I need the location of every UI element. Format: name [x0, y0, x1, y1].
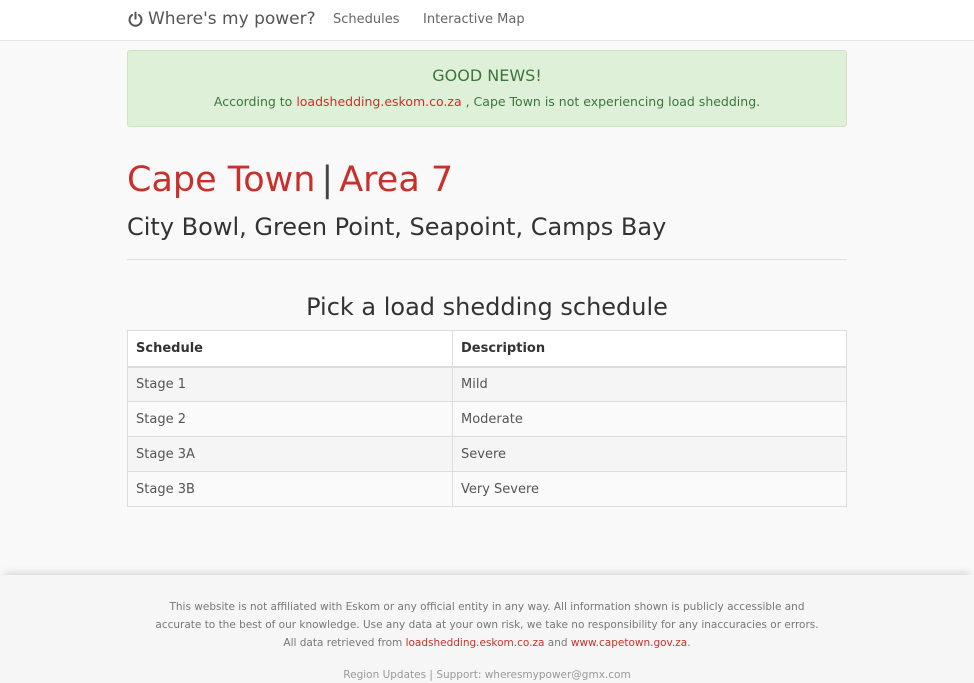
description-cell: Very Severe — [452, 471, 847, 507]
region-updates-link[interactable]: Region Updates — [343, 669, 426, 681]
schedule-table: Schedule Description Stage 1 Mild Stage … — [127, 330, 847, 507]
data-prefix: All data retrieved from — [283, 637, 403, 649]
nav-schedules[interactable]: Schedules — [333, 12, 400, 27]
description-cell: Mild — [452, 366, 847, 402]
schedule-cell[interactable]: Stage 3B — [127, 471, 453, 507]
table-row[interactable]: Stage 3B Very Severe — [127, 471, 847, 507]
alert-title: GOOD NEWS! — [432, 66, 542, 85]
suburbs-subtitle: City Bowl, Green Point, Seapoint, Camps … — [127, 213, 667, 241]
data-and: and — [547, 637, 568, 649]
table-row[interactable]: Stage 2 Moderate — [127, 401, 847, 437]
footer-links: Region Updates | Support: wheresmypower@… — [0, 669, 974, 681]
nav-interactive-map[interactable]: Interactive Map — [423, 12, 525, 27]
alert-source-link[interactable]: loadshedding.eskom.co.za — [296, 94, 461, 109]
schedule-cell[interactable]: Stage 3A — [127, 436, 453, 472]
alert-suffix: , Cape Town is not experiencing load she… — [465, 94, 761, 109]
description-cell: Moderate — [452, 401, 847, 437]
power-icon — [128, 11, 143, 27]
capetown-link[interactable]: www.capetown.gov.za — [571, 637, 687, 649]
alert-prefix: According to — [213, 94, 293, 109]
divider — [127, 259, 847, 260]
column-header-schedule: Schedule — [127, 330, 453, 368]
schedule-section-title: Pick a load shedding schedule — [306, 293, 668, 321]
support-email-link[interactable]: Support: wheresmypower@gmx.com — [436, 669, 630, 681]
table-header-row: Schedule Description — [127, 330, 847, 368]
footer-data-sources: All data retrieved from loadshedding.esk… — [150, 634, 824, 652]
schedule-cell[interactable]: Stage 2 — [127, 401, 453, 437]
table-row[interactable]: Stage 3A Severe — [127, 436, 847, 472]
alert-message: According to loadshedding.eskom.co.za , … — [128, 94, 846, 109]
status-alert: GOOD NEWS! According to loadshedding.esk… — [127, 50, 847, 127]
footer: This website is not affiliated with Esko… — [0, 575, 974, 683]
footer-disclaimer-block: This website is not affiliated with Esko… — [150, 598, 824, 652]
city-name: Cape Town — [127, 160, 316, 200]
brand-link[interactable]: Where's my power? — [127, 9, 316, 29]
footer-disclaimer: This website is not affiliated with Esko… — [155, 601, 819, 631]
column-header-description: Description — [452, 330, 847, 368]
eskom-link[interactable]: loadshedding.eskom.co.za — [406, 637, 545, 649]
description-cell: Severe — [452, 436, 847, 472]
area-name: Area 7 — [339, 160, 454, 200]
data-suffix: . — [687, 637, 691, 649]
page-title: Cape Town | Area 7 — [127, 160, 453, 200]
schedule-cell[interactable]: Stage 1 — [127, 366, 453, 402]
navbar: Where's my power? Schedules Interactive … — [0, 0, 974, 41]
title-separator: | — [321, 160, 334, 200]
table-row[interactable]: Stage 1 Mild — [127, 366, 847, 402]
brand-label: Where's my power? — [148, 9, 316, 29]
footer-links-separator: | — [429, 669, 433, 681]
